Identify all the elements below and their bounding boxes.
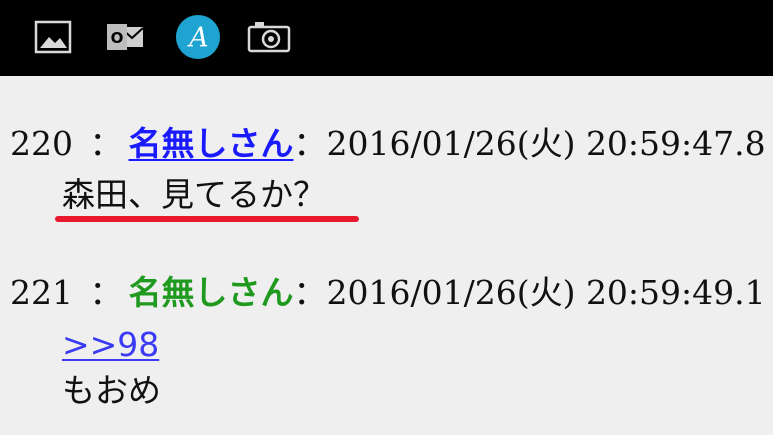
highlight-underline — [55, 216, 359, 222]
post-header-221: 221 ：名無しさん：2016/01/26(火) 20:59:49.1 — [10, 273, 766, 313]
post-body: もおめ — [62, 371, 161, 410]
separator: ： — [89, 124, 123, 163]
thread-content: 220 ：名無しさん：2016/01/26(火) 20:59:47.8 森田、見… — [0, 76, 773, 435]
post-body: 森田、見てるか？ — [62, 175, 326, 214]
svg-text:O: O — [111, 29, 124, 47]
separator: ： — [293, 124, 327, 163]
image-icon[interactable] — [30, 14, 76, 60]
poster-name-link[interactable]: 名無しさん — [129, 124, 294, 163]
font-a-icon[interactable]: A — [175, 14, 221, 60]
post-number[interactable]: 221 — [10, 273, 73, 312]
poster-name: 名無しさん — [128, 273, 294, 312]
separator: ： — [89, 273, 123, 312]
post-number[interactable]: 220 — [10, 124, 73, 163]
toolbar: O A — [0, 0, 773, 76]
outlook-icon[interactable]: O — [102, 14, 148, 60]
separator: ： — [293, 273, 327, 312]
camera-icon[interactable] — [246, 14, 292, 60]
post-date: 2016/01/26(火) 20:59:47.8 — [326, 124, 766, 163]
reply-anchor-link[interactable]: >>98 — [62, 325, 159, 365]
post-header-220: 220 ：名無しさん：2016/01/26(火) 20:59:47.8 — [10, 124, 766, 164]
post-date: 2016/01/26(火) 20:59:49.1 — [326, 273, 766, 312]
svg-text:A: A — [186, 23, 208, 54]
